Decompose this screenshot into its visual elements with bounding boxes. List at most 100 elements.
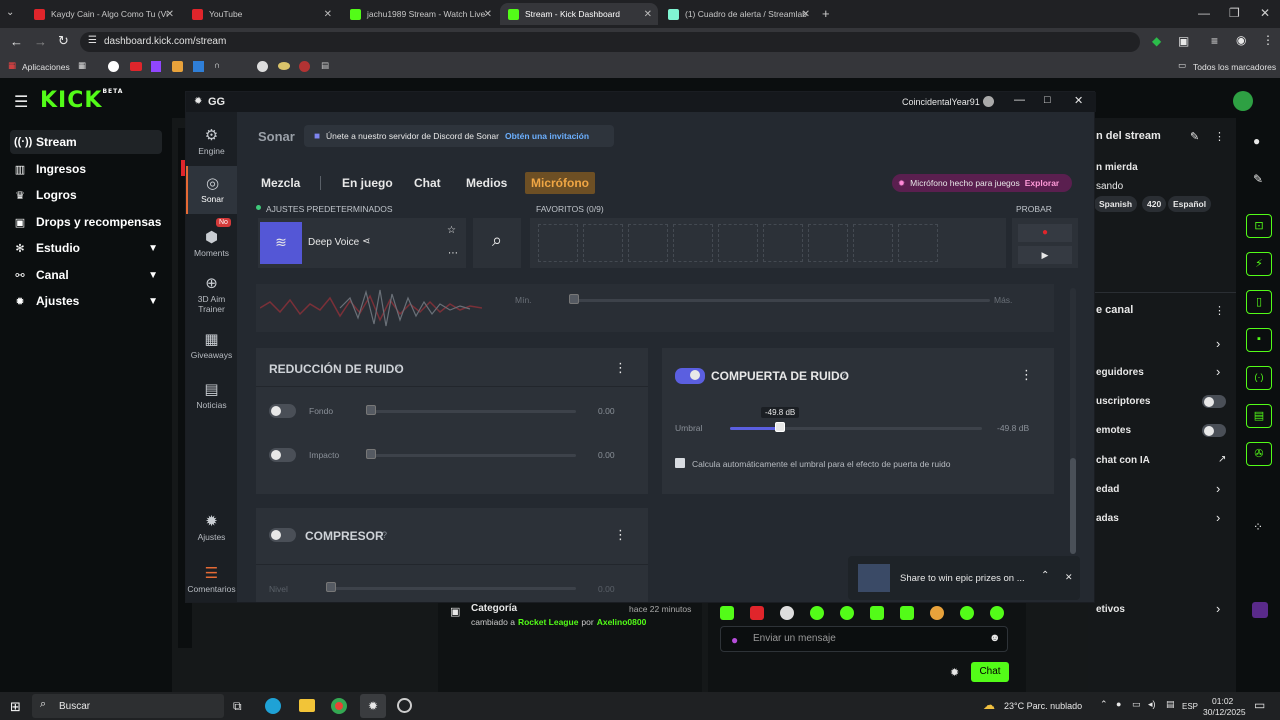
close-tab-icon[interactable]: ✕: [644, 9, 652, 20]
clock-time[interactable]: 01:02: [1212, 696, 1233, 706]
info-icon[interactable]: ●: [1253, 134, 1260, 148]
forward-icon[interactable]: →: [34, 34, 47, 49]
bookmark-apps[interactable]: Aplicaciones: [22, 62, 70, 72]
background-toggle[interactable]: [269, 404, 296, 418]
weather-icon[interactable]: ☁: [983, 698, 995, 712]
nodes-icon[interactable]: ⁘: [1253, 520, 1263, 534]
channel-item[interactable]: adas: [1096, 513, 1119, 524]
tab-microfono[interactable]: Micrófono: [525, 172, 595, 194]
chevron-right-icon[interactable]: ›: [1216, 481, 1220, 496]
purple-app-icon[interactable]: [1252, 602, 1268, 618]
background-knob[interactable]: [366, 405, 376, 415]
close-icon[interactable]: ✕: [1065, 572, 1073, 583]
apps-icon[interactable]: ▦: [8, 60, 16, 71]
steelseries-gg-icon[interactable]: ✹: [360, 694, 386, 718]
tab-kaydy[interactable]: Kaydy Cain - Algo Como Tu (Vi ✕: [26, 3, 180, 25]
more-icon[interactable]: ⋮: [614, 360, 627, 376]
play-button[interactable]: ▶: [1018, 246, 1072, 264]
kick-logo[interactable]: KICKBETA: [40, 88, 123, 113]
record-button[interactable]: ●: [1018, 224, 1072, 242]
tab-kick-dashboard[interactable]: Stream - Kick Dashboard ✕: [500, 3, 658, 25]
close-tab-icon[interactable]: ✕: [324, 9, 332, 20]
promo-banner[interactable]: ✹ Micrófono hecho para juegos Explorar: [892, 174, 1072, 192]
chat-bubble-icon[interactable]: ▪: [1246, 328, 1272, 352]
star-icon[interactable]: ☆: [447, 225, 456, 236]
more-icon[interactable]: ⋮: [1214, 304, 1225, 317]
favorite-slot[interactable]: [673, 224, 713, 262]
extension-icon[interactable]: ◆: [1152, 34, 1161, 48]
impact-knob[interactable]: [366, 449, 376, 459]
emote-icon[interactable]: [990, 606, 1004, 620]
close-tab-icon[interactable]: ✕: [166, 9, 174, 20]
emote-icon[interactable]: [900, 606, 914, 620]
twitch-bookmark-icon[interactable]: [151, 61, 161, 72]
tab-mezcla[interactable]: Mezcla: [261, 176, 300, 190]
layout-icon[interactable]: ▤: [1246, 404, 1272, 428]
mic-tray-icon[interactable]: ●: [1116, 699, 1121, 709]
back-icon[interactable]: ←: [10, 34, 23, 49]
emote-icon[interactable]: [780, 606, 794, 620]
threshold-knob[interactable]: [775, 422, 785, 432]
youtube-bookmark-icon[interactable]: [130, 62, 142, 71]
bookmark-icon[interactable]: ▤: [321, 60, 329, 71]
more-icon[interactable]: ⋮: [1214, 130, 1225, 143]
mic-icon[interactable]: ●: [731, 633, 738, 647]
scrollbar-thumb[interactable]: [1070, 458, 1076, 554]
channel-item[interactable]: chat con IA: [1096, 455, 1150, 466]
pencil-icon[interactable]: ✎: [1253, 172, 1263, 186]
grid-icon[interactable]: ▦: [78, 60, 86, 71]
auto-threshold-checkbox[interactable]: [675, 458, 685, 468]
new-tab-button[interactable]: +: [822, 6, 830, 21]
close-tab-icon[interactable]: ✕: [484, 9, 492, 20]
bookmark-icon[interactable]: [172, 61, 183, 72]
channel-item[interactable]: emotes: [1096, 425, 1131, 436]
impact-toggle[interactable]: [269, 448, 296, 462]
chevron-right-icon[interactable]: ›: [1216, 510, 1220, 525]
github-icon[interactable]: [257, 61, 268, 72]
close-tab-icon[interactable]: ✕: [802, 9, 810, 20]
tab-jachu[interactable]: jachu1989 Stream - Watch Live ✕: [342, 3, 498, 25]
emote-icon[interactable]: [810, 606, 824, 620]
tab-streamlabs[interactable]: (1) Cuadro de alerta / Streamlab ✕: [660, 3, 816, 25]
task-view-icon[interactable]: ⧉: [233, 699, 242, 714]
search-preset-button[interactable]: ⌕: [473, 218, 521, 268]
share-icon[interactable]: ⋖: [362, 236, 370, 247]
side-giveaways[interactable]: ▦ Giveaways: [186, 330, 237, 360]
edit-icon[interactable]: ✎: [1190, 130, 1199, 143]
preset-card[interactable]: ≋ Deep Voice ⋖ ☆ ⋯: [258, 218, 466, 268]
emote-icon[interactable]: [840, 606, 854, 620]
preset-intensity-knob[interactable]: [569, 294, 579, 304]
impact-track[interactable]: [366, 454, 576, 457]
tab-search-icon[interactable]: ⌄: [6, 7, 14, 18]
tab-youtube[interactable]: YouTube ✕: [184, 3, 338, 25]
favorite-slot[interactable]: [898, 224, 938, 262]
preset-intensity-track[interactable]: [570, 299, 990, 302]
restore-window-icon[interactable]: ❐: [1229, 6, 1240, 20]
favorite-slot[interactable]: [853, 224, 893, 262]
tray-chevron-icon[interactable]: ⌃: [1100, 699, 1108, 710]
bookmark-icon[interactable]: [278, 62, 290, 70]
bookmark-all[interactable]: Todos los marcadores: [1193, 62, 1276, 72]
chat-send-button[interactable]: Chat: [971, 662, 1009, 682]
wrench-icon[interactable]: ✇: [1246, 442, 1272, 466]
background-track[interactable]: [366, 410, 576, 413]
nav-ajustes[interactable]: ✹ Ajustes ▼: [10, 289, 162, 313]
side-sonar[interactable]: ◎ Sonar: [186, 166, 237, 214]
taskbar-search[interactable]: ⌕ Buscar: [32, 694, 224, 718]
maximize-icon[interactable]: □: [1044, 94, 1051, 106]
chevron-right-icon[interactable]: ›: [1216, 336, 1220, 351]
channel-item[interactable]: edad: [1096, 484, 1119, 495]
side-engine[interactable]: ⚙ Engine: [186, 126, 237, 156]
noise-gate-toggle[interactable]: [675, 368, 705, 384]
chrome-icon[interactable]: [331, 698, 347, 714]
kick-avatar[interactable]: [1233, 91, 1253, 111]
chevron-right-icon[interactable]: ›: [1216, 601, 1220, 616]
user-name[interactable]: CoincidentalYear91: [902, 97, 980, 107]
close-window-icon[interactable]: ✕: [1260, 6, 1270, 20]
favorite-slot[interactable]: [718, 224, 758, 262]
volume-icon[interactable]: ◂): [1148, 699, 1156, 710]
share-toast[interactable]: Share to win epic prizes on ... ⌃ ✕: [848, 556, 1080, 600]
discord-link[interactable]: Obtén una invitación: [505, 131, 589, 141]
tool-icon[interactable]: ⊡: [1246, 214, 1272, 238]
bookmark-icon[interactable]: [193, 61, 204, 72]
